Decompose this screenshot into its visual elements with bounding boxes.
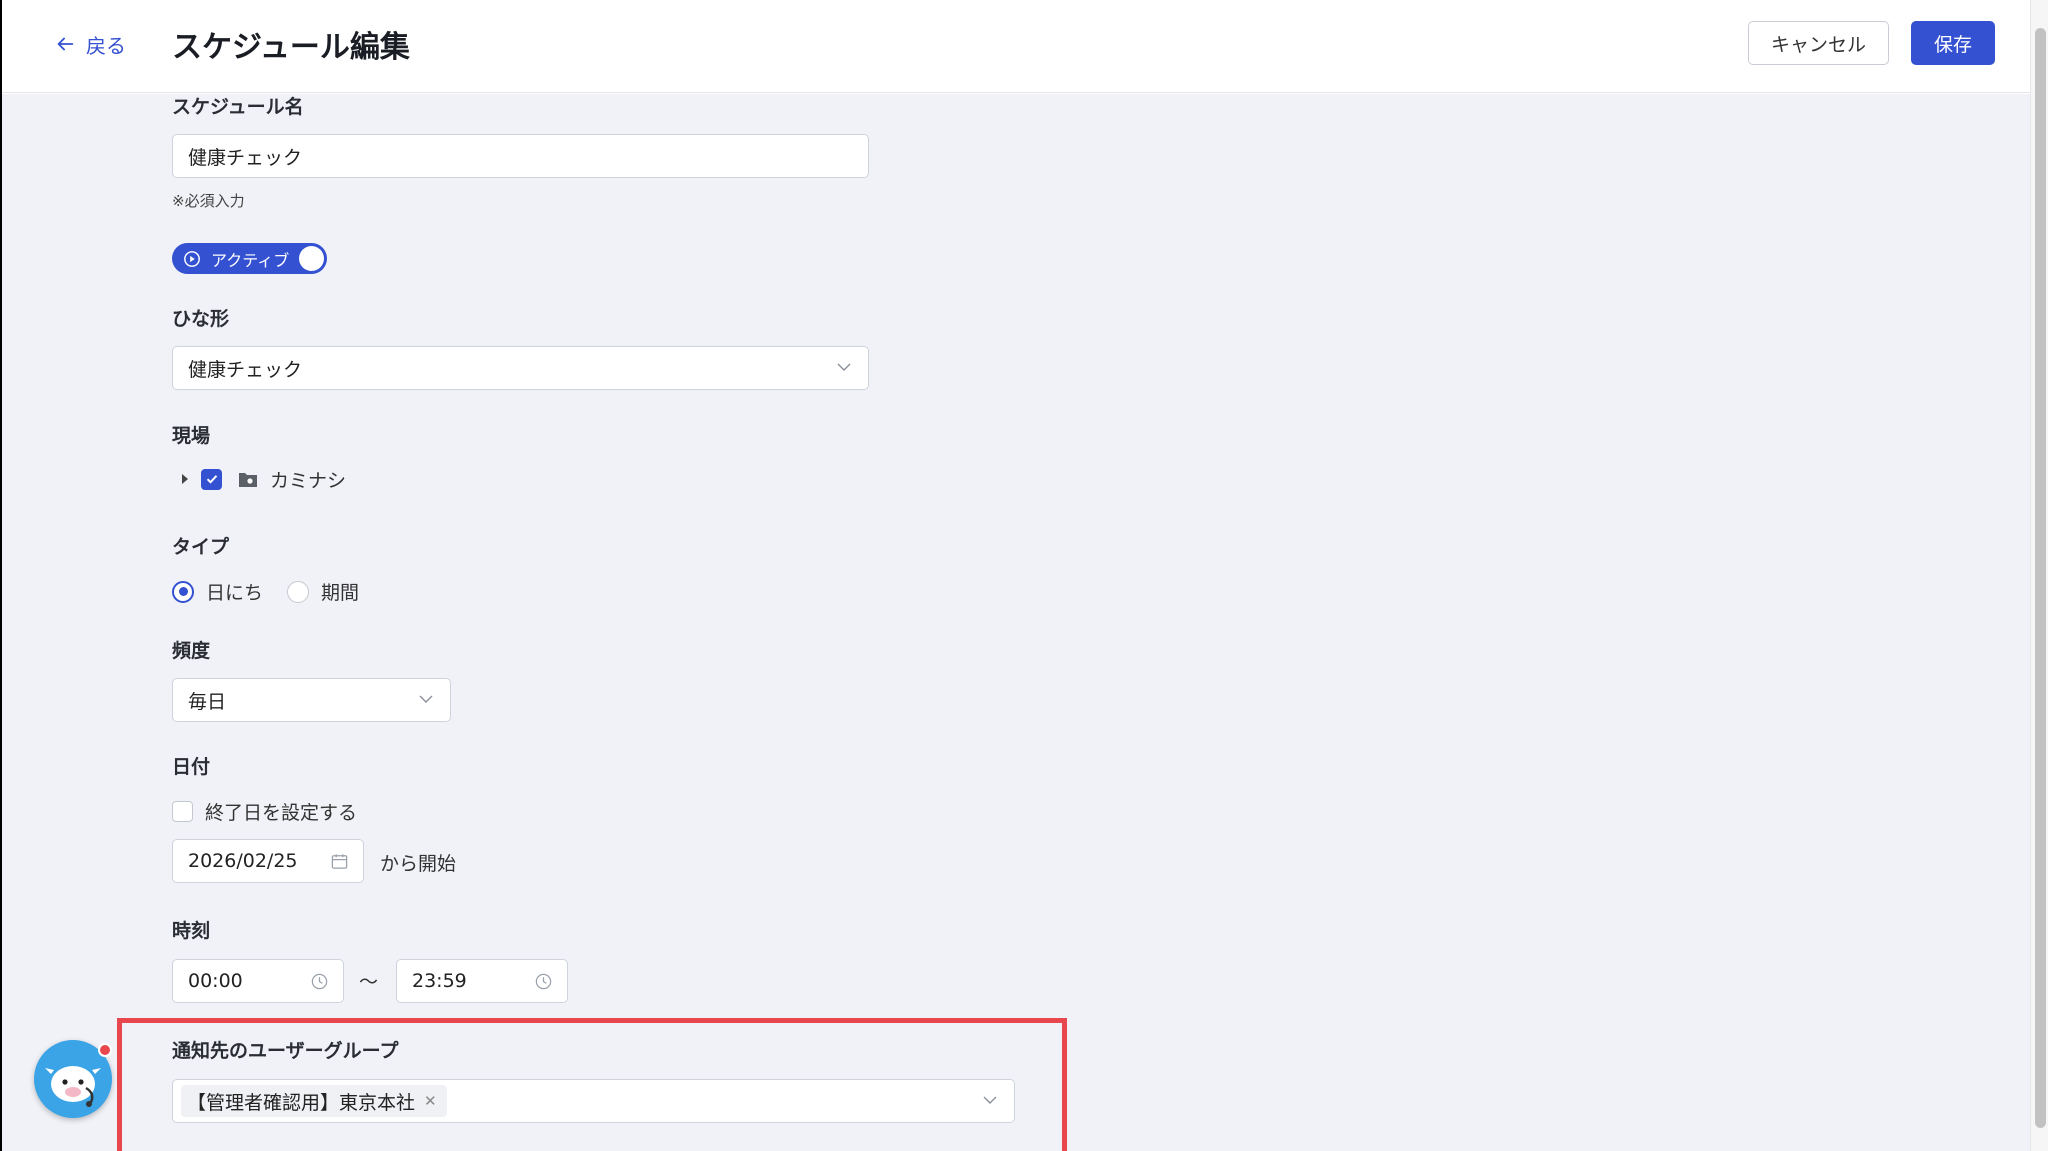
- type-radio-period[interactable]: [287, 580, 310, 603]
- frequency-value: 毎日: [188, 690, 227, 713]
- frequency-select[interactable]: 毎日: [172, 678, 451, 722]
- page-title: スケジュール編集: [172, 30, 410, 65]
- clock-icon: [535, 973, 552, 990]
- start-date-suffix: から開始: [380, 853, 457, 875]
- schedule-name-value: 健康チェック: [188, 146, 303, 169]
- folder-icon: [239, 473, 257, 487]
- scrollbar[interactable]: [2030, 0, 2048, 1151]
- form-area: スケジュール名 健康チェック ※必須入力 アクティブ ひな形 健康チェック 現場…: [2, 94, 2030, 1151]
- cancel-button[interactable]: キャンセル: [1748, 21, 1889, 65]
- time-separator: 〜: [359, 971, 379, 993]
- template-value: 健康チェック: [188, 358, 303, 381]
- end-date-label: 終了日を設定する: [205, 802, 358, 824]
- check-icon: [206, 475, 217, 484]
- type-option-period: 期間: [321, 582, 360, 604]
- save-button[interactable]: 保存: [1911, 21, 1995, 65]
- frequency-label: 頻度: [172, 640, 211, 662]
- type-option-day: 日にち: [206, 582, 264, 604]
- required-hint: ※必須入力: [172, 192, 245, 210]
- chat-assistant-button[interactable]: [34, 1040, 112, 1118]
- date-label: 日付: [172, 756, 211, 778]
- template-label: ひな形: [172, 308, 230, 330]
- toggle-knob: [299, 246, 324, 271]
- start-time-value: 00:00: [188, 970, 243, 992]
- schedule-name-input[interactable]: 健康チェック: [172, 134, 869, 178]
- highlight-box: [117, 1018, 1067, 1151]
- start-date-value: 2026/02/25: [188, 850, 298, 872]
- arrow-left-icon: [57, 37, 74, 51]
- back-label: 戻る: [86, 33, 126, 58]
- end-time-value: 23:59: [412, 970, 467, 992]
- scrollbar-thumb[interactable]: [2035, 28, 2046, 1128]
- chevron-down-icon: [419, 695, 433, 703]
- back-link[interactable]: 戻る: [54, 28, 126, 60]
- schedule-name-label: スケジュール名: [172, 96, 304, 118]
- site-name: カミナシ: [270, 469, 347, 492]
- clock-icon: [311, 973, 328, 990]
- chevron-down-icon: [837, 363, 851, 371]
- expand-caret-icon[interactable]: [182, 474, 188, 484]
- top-bar: 戻る スケジュール編集 キャンセル 保存: [2, 0, 2030, 93]
- app-window: 戻る スケジュール編集 キャンセル 保存 スケジュール名 健康チェック ※必須入…: [0, 0, 2048, 1151]
- end-time-input[interactable]: 23:59: [396, 959, 568, 1003]
- site-label: 現場: [172, 425, 211, 447]
- active-toggle[interactable]: アクティブ: [172, 243, 327, 274]
- site-tree-item: カミナシ: [182, 466, 346, 492]
- notification-dot: [98, 1043, 112, 1057]
- start-date-input[interactable]: 2026/02/25: [172, 839, 364, 883]
- calendar-icon: [331, 854, 348, 869]
- play-circle-icon: [184, 250, 200, 267]
- type-radio-day[interactable]: [172, 580, 194, 603]
- site-checkbox[interactable]: [201, 468, 222, 490]
- type-label: タイプ: [172, 536, 230, 558]
- end-date-row: 終了日を設定する: [172, 798, 357, 825]
- template-select[interactable]: 健康チェック: [172, 346, 869, 390]
- active-toggle-label: アクティブ: [211, 250, 290, 270]
- start-time-input[interactable]: 00:00: [172, 959, 344, 1003]
- type-radio-group: 日にち 期間: [172, 578, 359, 605]
- end-date-checkbox[interactable]: [172, 801, 193, 822]
- time-label: 時刻: [172, 920, 211, 942]
